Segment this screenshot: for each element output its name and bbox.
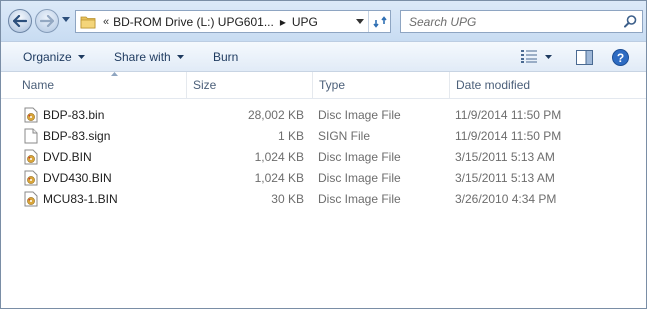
details-view-icon[interactable] (521, 50, 537, 63)
burn-label: Burn (213, 50, 239, 64)
chevron-down-icon (356, 19, 364, 24)
file-name: DVD.BIN (43, 150, 92, 164)
navigation-bar: « BD-ROM Drive (L:) UPG601... ▸ UPG Sear… (1, 1, 646, 41)
address-dropdown[interactable] (352, 11, 368, 32)
breadcrumb-separator[interactable]: ▸ (280, 15, 286, 29)
breadcrumb-folder[interactable]: UPG (292, 15, 318, 29)
file-row[interactable]: BDP-83.bin 28,002 KB Disc Image File 11/… (1, 105, 646, 126)
file-row[interactable]: BDP-83.sign 1 KB SIGN File 11/9/2014 11:… (1, 126, 646, 147)
search-input[interactable]: Search UPG (409, 15, 476, 29)
organize-label: Organize (23, 50, 72, 64)
disc-image-icon (24, 170, 38, 189)
file-name: MCU83-1.BIN (43, 192, 118, 206)
disc-image-icon (24, 107, 38, 126)
file-row[interactable]: MCU83-1.BIN 30 KB Disc Image File 3/26/2… (1, 189, 646, 210)
file-type: Disc Image File (318, 171, 401, 185)
forward-button[interactable] (35, 9, 59, 33)
share-with-button[interactable]: Share with (114, 50, 184, 64)
arrow-right-icon (40, 15, 54, 27)
help-icon[interactable]: ? (612, 49, 629, 66)
column-header-size-label: Size (193, 78, 217, 92)
arrow-left-icon (13, 15, 27, 27)
column-header-type-label: Type (319, 78, 346, 92)
file-row[interactable]: DVD430.BIN 1,024 KB Disc Image File 3/15… (1, 168, 646, 189)
share-with-label: Share with (114, 50, 171, 64)
folder-icon (80, 16, 96, 28)
back-button[interactable] (8, 9, 32, 33)
refresh-icon (372, 15, 387, 28)
view-options-dropdown-icon[interactable] (545, 55, 552, 59)
file-size: 1,024 KB (254, 150, 304, 164)
file-date-modified: 3/15/2011 5:13 AM (455, 171, 555, 185)
file-name: BDP-83.sign (43, 129, 111, 143)
search-box[interactable]: Search UPG (400, 10, 643, 33)
file-type: SIGN File (318, 129, 371, 143)
disc-image-icon (24, 191, 38, 210)
recent-pages-dropdown-icon[interactable] (62, 17, 70, 23)
blank-file-icon (24, 128, 38, 147)
search-icon[interactable] (624, 15, 637, 28)
file-list: BDP-83.bin 28,002 KB Disc Image File 11/… (1, 105, 646, 210)
breadcrumb-drive[interactable]: BD-ROM Drive (L:) UPG601... (113, 15, 274, 29)
chevron-down-icon (77, 55, 85, 59)
file-type: Disc Image File (318, 108, 401, 122)
address-bar[interactable]: « BD-ROM Drive (L:) UPG601... ▸ UPG (75, 10, 391, 33)
breadcrumb-overflow[interactable]: « (103, 16, 109, 28)
file-size: 28,002 KB (247, 108, 304, 122)
command-toolbar: Organize Share with Burn ? (1, 41, 646, 72)
chevron-down-icon (176, 55, 184, 59)
sort-ascending-icon (111, 72, 118, 76)
file-size: 1,024 KB (254, 171, 304, 185)
burn-button[interactable]: Burn (213, 50, 238, 64)
column-header-type[interactable]: Type (312, 72, 449, 98)
file-type: Disc Image File (318, 192, 401, 206)
column-header-date-modified[interactable]: Date modified (449, 72, 589, 98)
file-name: DVD430.BIN (43, 171, 112, 185)
file-date-modified: 11/9/2014 11:50 PM (455, 129, 562, 143)
column-header-row: Name Size Type Date modified (1, 72, 646, 99)
disc-image-icon (24, 149, 38, 168)
file-size: 1 KB (277, 129, 304, 143)
explorer-window: « BD-ROM Drive (L:) UPG601... ▸ UPG Sear… (0, 0, 647, 309)
file-type: Disc Image File (318, 150, 401, 164)
column-header-size[interactable]: Size (186, 72, 312, 98)
file-date-modified: 3/26/2010 4:34 PM (455, 192, 557, 206)
svg-text:?: ? (617, 51, 624, 65)
column-header-name[interactable]: Name (16, 72, 186, 98)
file-date-modified: 11/9/2014 11:50 PM (455, 108, 562, 122)
file-row[interactable]: DVD.BIN 1,024 KB Disc Image File 3/15/20… (1, 147, 646, 168)
file-name: BDP-83.bin (43, 108, 105, 122)
refresh-button[interactable] (368, 11, 390, 32)
file-date-modified: 3/15/2011 5:13 AM (455, 150, 555, 164)
preview-pane-icon[interactable] (576, 50, 593, 65)
column-header-name-label: Name (22, 78, 55, 92)
file-size: 30 KB (271, 192, 304, 206)
column-header-date-label: Date modified (456, 78, 531, 92)
organize-button[interactable]: Organize (23, 50, 85, 64)
